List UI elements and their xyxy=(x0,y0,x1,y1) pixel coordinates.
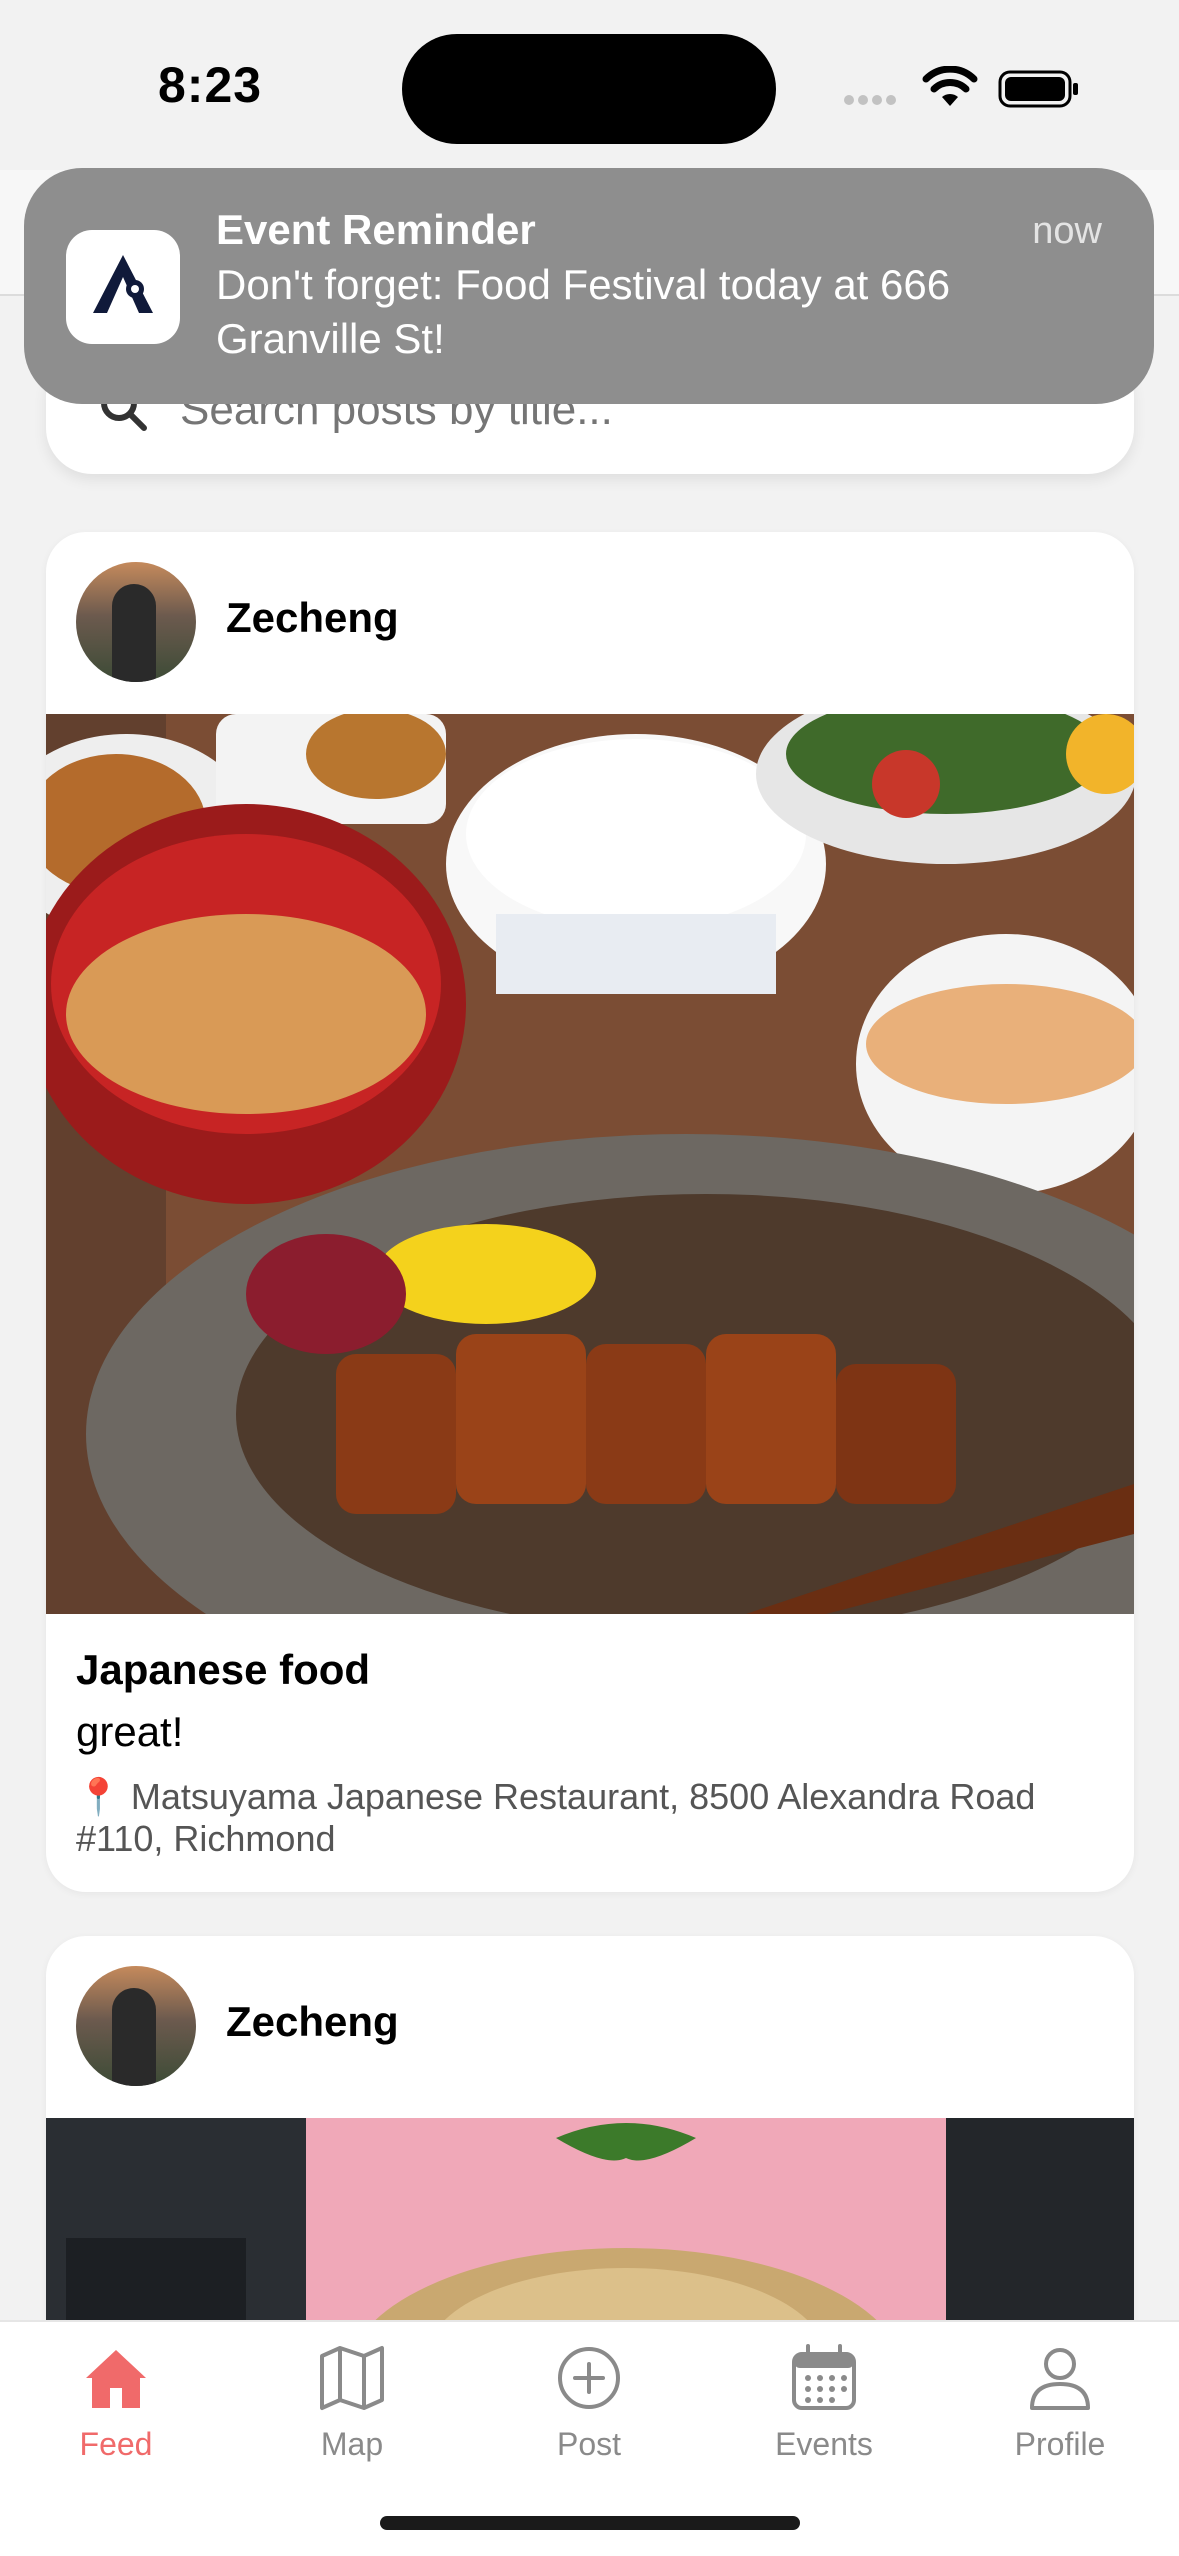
home-indicator[interactable] xyxy=(380,2516,800,2530)
avatar[interactable] xyxy=(76,1966,196,2086)
post-body: great! xyxy=(76,1708,184,1755)
notification-body: Don't forget: Food Festival today at 666… xyxy=(216,261,951,362)
tab-label: Events xyxy=(775,2426,873,2462)
cellular-signal-icon xyxy=(844,92,906,106)
tab-map[interactable]: Map xyxy=(252,2342,452,2463)
post-username[interactable]: Zecheng xyxy=(226,1998,399,2046)
app-logo-icon xyxy=(93,255,153,313)
calendar-icon xyxy=(792,2344,856,2410)
person-icon xyxy=(1030,2348,1090,2410)
tab-feed[interactable]: Feed xyxy=(16,2342,216,2463)
map-icon xyxy=(320,2346,384,2410)
battery-icon xyxy=(998,70,1078,108)
plus-circle-icon xyxy=(558,2347,620,2409)
notification-time: now xyxy=(1032,210,1102,252)
post-image[interactable] xyxy=(46,714,1134,1614)
app-icon xyxy=(66,230,180,344)
tab-label: Post xyxy=(556,2426,622,2462)
tab-events[interactable]: Events xyxy=(724,2342,924,2463)
avatar[interactable] xyxy=(76,562,196,682)
post-card[interactable]: Zecheng xyxy=(46,532,1134,1892)
post-username[interactable]: Zecheng xyxy=(226,594,399,642)
wifi-icon xyxy=(922,66,978,106)
status-bar: 8:23 xyxy=(0,0,1179,170)
status-time: 8:23 xyxy=(158,57,263,113)
tab-label: Feed xyxy=(79,2426,153,2462)
tab-label: Map xyxy=(320,2426,384,2462)
notification-banner[interactable]: Event Reminder now Don't forget: Food Fe… xyxy=(24,168,1154,404)
notification-title: Event Reminder xyxy=(216,206,536,253)
post-location[interactable]: 📍 Matsuyama Japanese Restaurant, 8500 Al… xyxy=(76,1776,1106,1860)
tab-post[interactable]: Post xyxy=(489,2342,689,2463)
tab-profile[interactable]: Profile xyxy=(960,2342,1160,2463)
post-title: Japanese food xyxy=(76,1646,371,1693)
tab-label: Profile xyxy=(1014,2426,1106,2462)
home-icon xyxy=(86,2350,146,2408)
dynamic-island xyxy=(402,34,776,144)
